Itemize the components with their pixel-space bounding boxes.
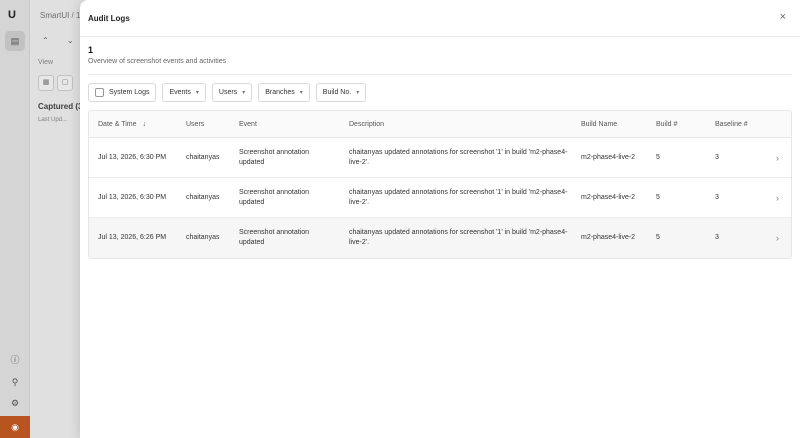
column-date[interactable]: Date & Time ↓ <box>98 111 172 138</box>
audit-logs-modal: Audit Logs × 1 Overview of screenshot ev… <box>80 0 800 438</box>
chevron-down-icon: ▾ <box>242 90 246 96</box>
system-logs-label: System Logs <box>109 89 150 96</box>
events-filter[interactable]: Events ▾ <box>162 83 206 102</box>
log-count: 1 <box>88 45 94 55</box>
row-user: chaitanyas <box>186 194 220 201</box>
chevron-right-icon[interactable]: › <box>776 138 779 178</box>
row-user: chaitanyas <box>186 154 220 161</box>
row-description: chaitanyas updated annotations for scree… <box>349 229 568 246</box>
modal-title: Audit Logs <box>88 14 130 23</box>
build-no-filter-label: Build No. <box>322 89 352 96</box>
header-divider <box>80 36 800 37</box>
row-description: chaitanyas updated annotations for scree… <box>349 149 568 166</box>
column-event: Event <box>239 121 257 128</box>
row-build-name: m2-phase4-live-2 <box>581 234 636 241</box>
branches-filter[interactable]: Branches ▾ <box>258 83 310 102</box>
row-baseline: 3 <box>715 194 719 201</box>
users-filter-label: Users <box>218 89 238 96</box>
chevron-down-icon: ▾ <box>356 90 360 96</box>
column-date-label: Date & Time <box>98 121 137 128</box>
events-filter-label: Events <box>169 89 191 96</box>
filter-bar: System Logs Events ▾ Users ▾ Branches ▾ … <box>88 83 367 102</box>
audit-logs-table: Date & Time ↓ Users Event Description Bu… <box>88 110 792 259</box>
row-event: Screenshot annotation updated <box>239 189 310 206</box>
modal-subtitle: Overview of screenshot events and activi… <box>88 58 227 65</box>
table-header: Date & Time ↓ Users Event Description Bu… <box>89 111 791 138</box>
row-description: chaitanyas updated annotations for scree… <box>349 189 568 206</box>
sort-arrow-icon[interactable]: ↓ <box>142 121 146 128</box>
users-filter[interactable]: Users ▾ <box>211 83 253 102</box>
row-build-number: 5 <box>656 154 660 161</box>
row-build-number: 5 <box>656 234 660 241</box>
row-date: Jul 13, 2026, 6:26 PM <box>98 234 167 241</box>
row-build-number: 5 <box>656 194 660 201</box>
row-baseline: 3 <box>715 154 719 161</box>
chevron-right-icon[interactable]: › <box>776 178 779 218</box>
build-no-filter[interactable]: Build No. ▾ <box>315 83 367 102</box>
row-build-name: m2-phase4-live-2 <box>581 154 636 161</box>
row-event: Screenshot annotation updated <box>239 229 310 246</box>
chevron-down-icon: ▾ <box>195 90 199 96</box>
system-logs-toggle[interactable]: System Logs <box>88 83 157 102</box>
table-row[interactable]: Jul 13, 2026, 6:30 PM chaitanyas Screens… <box>89 178 791 218</box>
close-icon[interactable]: × <box>780 11 786 23</box>
branches-filter-label: Branches <box>265 89 295 96</box>
system-logs-checkbox[interactable] <box>95 88 104 97</box>
column-build-number: Build # <box>656 121 678 128</box>
row-baseline: 3 <box>715 234 719 241</box>
column-build-name: Build Name <box>581 121 618 128</box>
column-users: Users <box>186 121 205 128</box>
table-row[interactable]: Jul 13, 2026, 6:30 PM chaitanyas Screens… <box>89 138 791 178</box>
column-description: Description <box>349 121 385 128</box>
chevron-down-icon: ▾ <box>299 90 303 96</box>
row-event: Screenshot annotation updated <box>239 149 310 166</box>
table-row[interactable]: Jul 13, 2026, 6:26 PM chaitanyas Screens… <box>89 218 791 258</box>
subtitle-divider <box>88 74 792 75</box>
chevron-right-icon[interactable]: › <box>776 218 779 258</box>
row-build-name: m2-phase4-live-2 <box>581 194 636 201</box>
row-user: chaitanyas <box>186 234 220 241</box>
row-date: Jul 13, 2026, 6:30 PM <box>98 194 167 201</box>
column-baseline: Baseline # <box>715 121 748 128</box>
row-date: Jul 13, 2026, 6:30 PM <box>98 154 167 161</box>
